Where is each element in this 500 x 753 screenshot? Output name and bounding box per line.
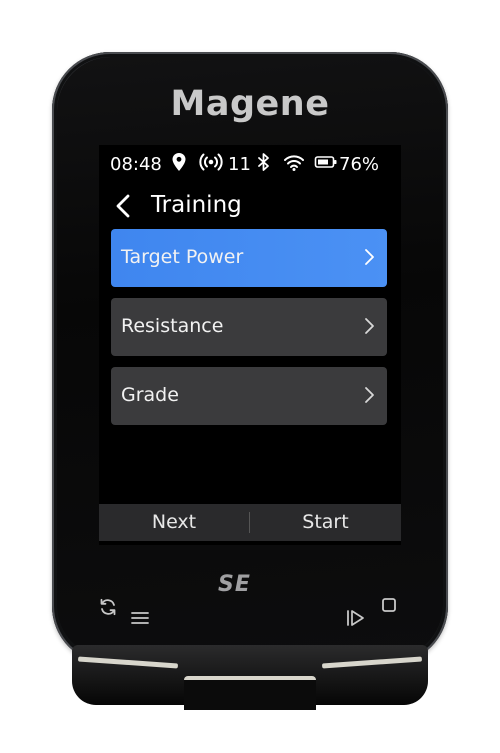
location-icon <box>171 152 187 177</box>
screen-header: Training <box>99 189 401 225</box>
menu-item-label: Target Power <box>121 246 244 268</box>
play-pause-icon[interactable] <box>346 609 366 631</box>
page-title: Training <box>151 192 242 218</box>
sync-icon[interactable] <box>98 597 118 621</box>
start-button[interactable]: Start <box>250 504 401 541</box>
mount-notch <box>184 676 316 710</box>
softkey-bar: Next Start <box>99 504 401 541</box>
menu-icon[interactable] <box>131 610 149 629</box>
sensor-signal-icon <box>199 152 223 177</box>
menu-item-label: Resistance <box>121 315 224 337</box>
battery-icon <box>314 152 338 177</box>
status-time: 08:48 <box>110 154 162 175</box>
menu-item-resistance[interactable]: Resistance <box>111 298 387 356</box>
stop-icon[interactable] <box>381 597 397 617</box>
brand-logo: Magene <box>170 84 330 124</box>
menu-item-target-power[interactable]: Target Power <box>111 229 387 287</box>
next-button[interactable]: Next <box>99 504 249 541</box>
wifi-icon <box>283 152 305 177</box>
chevron-right-icon <box>363 386 375 409</box>
menu-item-label: Grade <box>121 384 179 406</box>
device-screen: 08:48 11 76% Training Target Power Resis… <box>99 145 401 545</box>
back-chevron-icon[interactable] <box>113 191 135 225</box>
sensor-count: 11 <box>228 154 251 175</box>
model-badge: SE <box>218 572 251 597</box>
menu-item-grade[interactable]: Grade <box>111 367 387 425</box>
chevron-right-icon <box>363 317 375 340</box>
status-bar: 08:48 11 76% <box>99 145 401 185</box>
bluetooth-icon <box>257 152 271 177</box>
chevron-right-icon <box>363 248 375 271</box>
battery-percent: 76% <box>339 154 380 175</box>
